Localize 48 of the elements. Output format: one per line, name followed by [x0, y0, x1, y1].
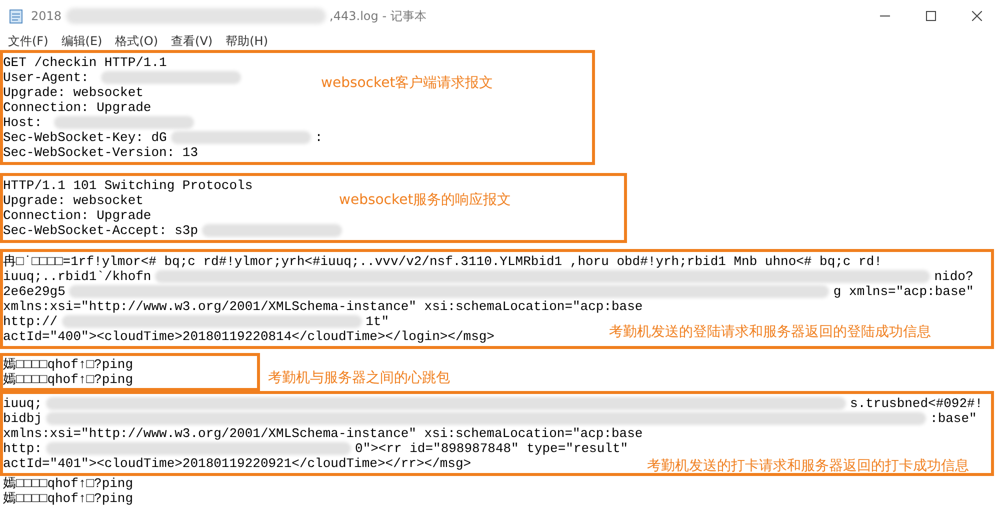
log-line: HTTP/1.1 101 Switching Protocols: [3, 178, 253, 193]
menu-item[interactable]: 文件(F): [8, 32, 48, 50]
log-line: 嫣□□□□qhof↑□?ping: [3, 476, 134, 491]
annotation-label: 考勤机发送的打卡请求和服务器返回的打卡成功信息: [647, 457, 969, 476]
log-text: g xmlns="acp:base": [833, 284, 974, 299]
window-title: ,443.log - 记事本: [330, 8, 426, 25]
log-line: Connection: Upgrade: [3, 100, 152, 115]
log-line: 冉□˙□□□□=1rf!ylmor<# bq;c rd#!ylmor;yrh<#iuuq;..vvv/v2/nsf.3110.YLMRbid1 ,horu obd#!yrh;rbid1 Mnb uhno<# bq;c rd!: [3, 254, 882, 269]
log-line: 嫣□□□□qhof↑□?ping: [3, 372, 134, 387]
log-text: 0"><rr id="898987848" type="result": [355, 441, 628, 456]
log-line: xmlns:xsi="http://www.w3.org/2001/XMLSchema-instance" xsi:schemaLocation="acp:base: [3, 299, 643, 314]
log-text: http://: [3, 314, 58, 329]
annotation-label: 考勤机与服务器之间的心跳包: [268, 369, 450, 388]
log-line: Sec-WebSocket-Version: 13: [3, 145, 198, 160]
annotation-label: 考勤机发送的登陆请求和服务器返回的登陆成功信息: [609, 323, 931, 342]
log-line: Connection: Upgrade: [3, 208, 152, 223]
log-text: 1t": [366, 314, 390, 329]
log-text: Sec-WebSocket-Accept: s3p: [3, 223, 198, 238]
log-text: User-Agent:: [3, 70, 90, 85]
log-text: iuuq;..rbid1`/khofn: [3, 269, 152, 284]
notepad-icon: [9, 8, 23, 24]
menu-item[interactable]: 查看(V): [171, 32, 213, 50]
log-line: 嫣□□□□qhof↑□?ping: [3, 491, 134, 506]
log-line: 嫣□□□□qhof↑□?ping: [3, 357, 134, 372]
log-line: actId="401"><cloudTime>20180119220921</cloudTime></rr></msg>: [3, 456, 472, 471]
annotation-label: websocket服务的响应报文: [339, 191, 512, 210]
log-text: nido?: [934, 269, 974, 284]
menu-item[interactable]: 格式(O): [115, 32, 158, 50]
maximize-icon: [926, 11, 936, 21]
log-line: GET /checkin HTTP/1.1: [3, 55, 167, 70]
log-text: :base": [930, 411, 977, 426]
log-text: :: [314, 130, 323, 145]
annotation-label: websocket客户端请求报文: [321, 74, 494, 93]
log-text: Host:: [3, 115, 44, 130]
log-text: iuuq;: [3, 396, 42, 411]
log-text: http:: [3, 441, 42, 456]
close-icon: [972, 11, 982, 21]
log-text: bidbj: [3, 411, 42, 426]
log-line: xmlns:xsi="http://www.w3.org/2001/XMLSchema-instance" xsi:schemaLocation="acp:base: [3, 426, 643, 441]
log-text: 2e6e29g5: [3, 284, 66, 299]
log-line: Upgrade: websocket: [3, 85, 144, 100]
menu-item[interactable]: 帮助(H): [226, 32, 268, 50]
window-title: 2018: [31, 8, 62, 25]
log-line: actId="400"><cloudTime>20180119220814</cloudTime></login></msg>: [3, 329, 494, 344]
log-text: s.trusbned<#092#!: [850, 396, 983, 411]
log-line: Upgrade: websocket: [3, 193, 144, 208]
menu-item[interactable]: 编辑(E): [61, 32, 102, 50]
log-text: Sec-WebSocket-Key: dG: [3, 130, 167, 145]
